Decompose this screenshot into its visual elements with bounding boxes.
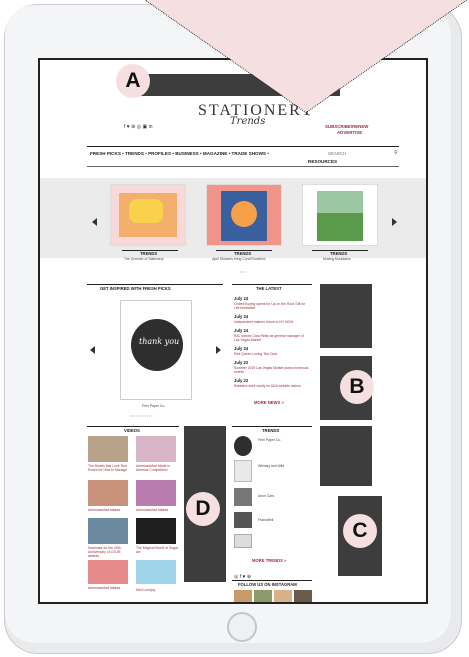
trend-item-4[interactable]: FrancWell xyxy=(258,518,273,522)
video-caption-3[interactable]: AmericasMart Atlanta xyxy=(88,508,120,512)
videos-rule xyxy=(87,426,179,427)
video-caption-2[interactable]: AmericasMart Made in America Competition xyxy=(136,464,178,472)
ad-placeholder-b-3 xyxy=(320,426,372,486)
advertise-link[interactable]: ADVERTISE xyxy=(337,130,362,135)
instagram-thumb-2[interactable] xyxy=(254,590,272,602)
latest-item-1[interactable]: Orders buying opens for Up on the Roof G… xyxy=(234,302,310,310)
video-caption-6[interactable]: The Magical World of Sugar Art xyxy=(136,546,178,554)
latest-date-6: July 22 xyxy=(234,378,249,383)
carousel-card-3[interactable] xyxy=(302,184,378,246)
nav-top-rule xyxy=(87,146,399,147)
trend-thumb-1[interactable] xyxy=(234,436,252,456)
card-1-tag: TRENDS xyxy=(140,251,158,256)
instagram-thumb-3[interactable] xyxy=(274,590,292,602)
video-thumb-2[interactable] xyxy=(136,436,176,462)
logo-script: Trends xyxy=(230,116,266,127)
latest-item-6[interactable]: Retailers seek clarity on ADA website cl… xyxy=(234,384,310,388)
badge-d: D xyxy=(186,492,220,526)
search-input[interactable]: SEARCH xyxy=(328,151,346,156)
trend-thumb-5[interactable] xyxy=(234,534,252,548)
fresh-picks-next-icon[interactable] xyxy=(216,346,221,354)
video-thumb-8[interactable] xyxy=(136,560,176,584)
search-icon[interactable]: ⚲ xyxy=(394,150,398,156)
instagram-heading: FOLLOW US ON INSTAGRAM xyxy=(238,582,297,587)
video-caption-5[interactable]: Nominate for the 20th Anniversary of LOU… xyxy=(88,546,130,558)
latest-date-4: July 24 xyxy=(234,346,249,351)
video-thumb-4[interactable] xyxy=(136,480,176,506)
card-1-caption[interactable]: The Summer of Stationery xyxy=(124,257,164,261)
trend-thumb-3[interactable] xyxy=(234,488,252,506)
latest-item-5[interactable]: Summer 2019 Las Vegas Market plans numer… xyxy=(234,366,310,374)
home-button[interactable] xyxy=(227,612,257,642)
more-trends-link[interactable]: MORE TRENDS » xyxy=(252,558,286,563)
carousel-card-2[interactable] xyxy=(206,184,282,246)
carousel-dots[interactable]: • • • xyxy=(240,270,245,274)
instagram-thumb-1[interactable] xyxy=(234,590,252,602)
latest-date-5: July 22 xyxy=(234,360,249,365)
latest-rule xyxy=(232,284,312,285)
video-caption-4[interactable]: AmericasMart Atlanta xyxy=(136,508,168,512)
videos-heading: VIDEOS xyxy=(124,428,140,433)
trend-thumb-4[interactable] xyxy=(234,512,252,528)
ad-placeholder-b-1 xyxy=(320,284,372,348)
subscribe-link[interactable]: SUBSCRIBE/RENEW xyxy=(325,124,368,129)
latest-heading: THE LATEST xyxy=(256,286,282,291)
video-thumb-3[interactable] xyxy=(88,480,128,506)
video-thumb-6[interactable] xyxy=(136,518,176,544)
video-thumb-1[interactable] xyxy=(88,436,128,462)
trends-rule xyxy=(232,426,312,427)
video-thumb-7[interactable] xyxy=(88,560,128,584)
card-2-tag: TRENDS xyxy=(234,251,252,256)
video-caption-1[interactable]: The Hearts that Love Red Roses for How t… xyxy=(88,464,130,472)
latest-date-2: July 24 xyxy=(234,314,249,319)
trend-thumb-2[interactable] xyxy=(234,460,252,482)
fresh-pick-caption[interactable]: Fern Paper Co. xyxy=(142,404,165,408)
badge-a: A xyxy=(116,64,150,98)
fresh-picks-dots[interactable]: • • • • • • • • • • • xyxy=(130,414,152,418)
fresh-picks-heading: GET INSPIRED WITH FRESH PICKS xyxy=(100,286,171,291)
card-3-tag: TRENDS xyxy=(330,251,348,256)
callout-pointer xyxy=(146,0,466,112)
latest-item-2[interactable]: Independent makers return to NY NOW xyxy=(234,320,310,324)
nav-resources[interactable]: RESOURCES xyxy=(308,159,337,164)
video-thumb-5[interactable] xyxy=(88,518,128,544)
instagram-thumb-4[interactable] xyxy=(294,590,312,602)
trends-heading: TRENDS xyxy=(262,428,280,433)
main-nav[interactable]: FRESH PICKS • TRENDS • PROFILES • BUSINE… xyxy=(90,151,269,156)
latest-item-4[interactable]: Red Queen Loving Tea Card xyxy=(234,352,310,356)
carousel-prev-icon[interactable] xyxy=(92,218,97,226)
latest-item-3[interactable]: IMC names Cara Reilly as general manager… xyxy=(234,334,310,342)
social-icons[interactable]: f ♥ ⊕ ◎ ▣ in xyxy=(124,124,152,130)
card-2-caption[interactable]: April Showers bring Coral Flowered xyxy=(212,257,265,261)
fresh-picks-rule xyxy=(87,284,223,285)
video-caption-7[interactable]: AmericasMart Atlanta xyxy=(88,586,120,590)
latest-date-3: July 24 xyxy=(234,328,249,333)
card-3-caption[interactable]: Moving Mountains xyxy=(323,257,351,261)
carousel-card-1[interactable] xyxy=(110,184,186,246)
fresh-pick-card[interactable]: thank you xyxy=(120,300,192,400)
more-news-link[interactable]: MORE NEWS » xyxy=(254,400,284,405)
trend-item-3[interactable]: Aeon Cars xyxy=(258,494,274,498)
latest-date-1: July 24 xyxy=(234,296,249,301)
instagram-rule xyxy=(232,580,312,581)
badge-c: C xyxy=(343,514,377,548)
carousel-next-icon[interactable] xyxy=(392,218,397,226)
trend-item-1[interactable]: Fern Paper Co. xyxy=(258,438,281,442)
nav-bottom-rule xyxy=(87,166,399,167)
badge-b: B xyxy=(340,370,374,404)
fresh-picks-prev-icon[interactable] xyxy=(90,346,95,354)
trend-item-2[interactable]: Whimsy and Wild xyxy=(258,464,284,468)
fresh-pick-card-text: thank you xyxy=(139,337,180,346)
video-caption-8[interactable]: Meri Lovejoy xyxy=(136,588,155,592)
